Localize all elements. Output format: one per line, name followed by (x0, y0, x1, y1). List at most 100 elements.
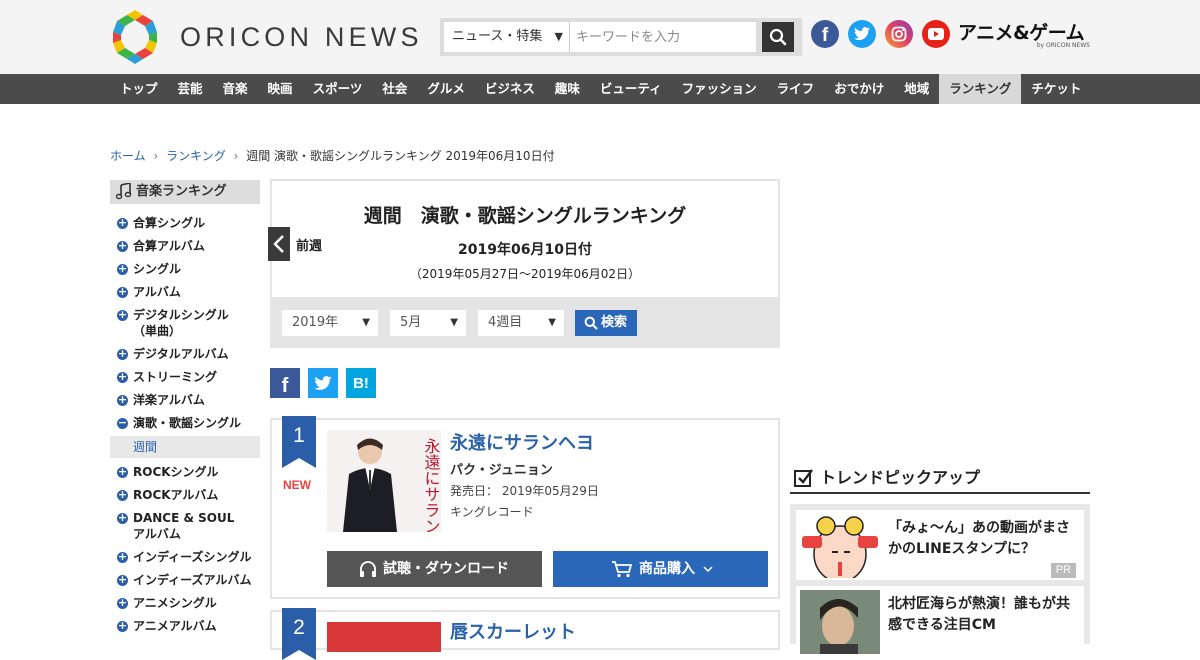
sidebar-subitem[interactable]: 週間 (110, 436, 260, 458)
chevron-down-icon: ▼ (554, 30, 563, 43)
nav-item[interactable]: おでかけ (824, 74, 894, 104)
facebook-icon[interactable]: f (811, 20, 839, 48)
minus-circle-icon: − (117, 416, 128, 429)
sidebar-item[interactable]: + DANCE & SOUL アルバム (110, 510, 260, 542)
twitter-icon (314, 375, 332, 390)
site-header: ORICON NEWS ニュース・特集 ▼ f アニメ&ゲーム by ORICO… (0, 0, 1200, 74)
sidebar-item[interactable]: + 合算シングル (110, 215, 260, 231)
sidebar-item-label: 演歌・歌謡シングル (133, 416, 242, 430)
sidebar-item[interactable]: + ROCKアルバム (110, 487, 260, 503)
month-select[interactable]: 5月 ▼ (390, 310, 466, 336)
year-select[interactable]: 2019年 ▼ (282, 310, 378, 336)
ranking-search-label: 検索 (601, 315, 628, 330)
album-jacket[interactable] (327, 622, 441, 652)
search-input[interactable] (570, 22, 756, 52)
breadcrumb-ranking[interactable]: ランキング (166, 149, 226, 163)
nav-item[interactable]: 映画 (258, 74, 303, 104)
sidebar-item[interactable]: + ストリーミング (110, 369, 260, 385)
nav-item[interactable]: 音楽 (213, 74, 258, 104)
nav-item[interactable]: ランキング (939, 74, 1022, 104)
new-badge: NEW (283, 478, 311, 492)
nav-item[interactable]: 芸能 (168, 74, 213, 104)
release-date-label: 発売日： (450, 484, 499, 498)
sidebar-item[interactable]: + デジタルシングル （単曲） (110, 307, 260, 339)
search-button[interactable] (762, 22, 794, 52)
plus-circle-icon: + (117, 488, 128, 501)
plus-circle-icon: + (117, 393, 128, 406)
anime-game-logo-sub: by ORICON NEWS (1036, 42, 1090, 49)
song-title[interactable]: 唇スカーレット (450, 618, 576, 644)
breadcrumb-home[interactable]: ホーム (110, 149, 146, 163)
nav-item[interactable]: チケット (1021, 74, 1091, 104)
nav-item[interactable]: トップ (110, 74, 168, 104)
hatena-icon: B! (353, 374, 369, 392)
sidebar-item[interactable]: − 演歌・歌謡シングル (110, 415, 260, 431)
sidebar-item[interactable]: + ROCKシングル (110, 464, 260, 480)
nav-item[interactable]: ファッション (672, 74, 767, 104)
sidebar-item-label: ROCKアルバム (133, 488, 219, 502)
ranking-date: 2019年06月10日付 (458, 242, 592, 258)
plus-circle-icon: + (117, 370, 128, 383)
download-label: 試聴・ダウンロード (383, 561, 509, 577)
year-select-value: 2019年 (292, 315, 339, 330)
nav-item[interactable]: スポーツ (303, 74, 373, 104)
buy-label: 商品購入 (639, 561, 695, 577)
chevron-left-icon (273, 235, 284, 253)
share-hatena-button[interactable]: B! (346, 368, 376, 398)
twitter-icon[interactable] (848, 20, 876, 48)
anime-game-logo[interactable]: アニメ&ゲーム by ORICON NEWS (958, 18, 1092, 52)
nav-item[interactable]: グルメ (417, 74, 475, 104)
nav-item[interactable]: ライフ (767, 74, 825, 104)
sidebar-item[interactable]: + インディーズシングル (110, 549, 260, 565)
sidebar-item[interactable]: + シングル (110, 261, 260, 277)
sidebar-item[interactable]: + デジタルアルバム (110, 346, 260, 362)
plus-circle-icon: + (117, 262, 128, 275)
artist-name[interactable]: パク・ジュニョン (450, 459, 553, 478)
prev-week-label[interactable]: 前週 (296, 235, 322, 254)
sidebar-item-label: 合算アルバム (133, 239, 205, 253)
youtube-icon[interactable] (922, 20, 950, 48)
download-button[interactable]: 試聴・ダウンロード (327, 551, 542, 587)
sidebar-item-label: ストリーミング (133, 370, 218, 384)
nav-item[interactable]: ビューティ (590, 74, 672, 104)
sidebar-item[interactable]: + アニメアルバム (110, 618, 260, 634)
prev-week-button[interactable] (268, 227, 290, 261)
release-date: 発売日： 2019年05月29日 (450, 482, 599, 499)
plus-circle-icon: + (117, 550, 128, 563)
nav-item[interactable]: 地域 (894, 74, 939, 104)
chevron-down-icon: ▼ (450, 317, 458, 328)
trend-pickup-header: トレンドピックアップ (790, 466, 1090, 494)
nav-item[interactable]: ビジネス (475, 74, 545, 104)
sidebar-item-label: アルバム (133, 285, 181, 299)
plus-circle-icon: + (117, 465, 128, 478)
sidebar-item-label: アニメシングル (133, 596, 217, 610)
plus-circle-icon: + (117, 308, 128, 321)
release-date-value: 2019年05月29日 (501, 484, 599, 498)
sidebar-item[interactable]: + 洋楽アルバム (110, 392, 260, 408)
instagram-icon[interactable] (885, 20, 913, 48)
search-category-value: ニュース・特集 (452, 29, 543, 44)
sidebar-item[interactable]: + 合算アルバム (110, 238, 260, 254)
chevron-down-icon: ▼ (548, 317, 556, 328)
share-twitter-button[interactable] (308, 368, 338, 398)
sidebar-item-label: シングル (133, 262, 182, 276)
sidebar-item[interactable]: + アニメシングル (110, 595, 260, 611)
buy-button[interactable]: 商品購入 (553, 551, 768, 587)
nav-item[interactable]: 趣味 (545, 74, 590, 104)
search-category-select[interactable]: ニュース・特集 ▼ (444, 22, 570, 52)
share-facebook-button[interactable]: f (270, 368, 300, 398)
week-select[interactable]: 4週目 ▼ (478, 310, 564, 336)
sidebar-title: 音楽ランキング (110, 180, 260, 204)
jacket-image: 永遠にサランヘヨ (327, 430, 441, 532)
sidebar-item[interactable]: + アルバム (110, 284, 260, 300)
trend-item[interactable]: 「みょ～ん」あの動画がまさかのLINEスタンプに？ PR (796, 510, 1084, 580)
oricon-logo[interactable]: ORICON NEWS (110, 10, 423, 64)
nav-item[interactable]: 社会 (372, 74, 417, 104)
sidebar-item[interactable]: + インディーズアルバム (110, 572, 260, 588)
ranking-search-button[interactable]: 検索 (575, 310, 637, 336)
plus-circle-icon: + (117, 285, 128, 298)
song-title[interactable]: 永遠にサランヘヨ (450, 429, 594, 455)
trend-item[interactable]: 北村匠海らが熱演！誰もが共感できる注目CM (796, 586, 1084, 656)
album-jacket[interactable]: 永遠にサランヘヨ (327, 430, 441, 532)
trend-pickup-title: トレンドピックアップ (820, 468, 981, 487)
